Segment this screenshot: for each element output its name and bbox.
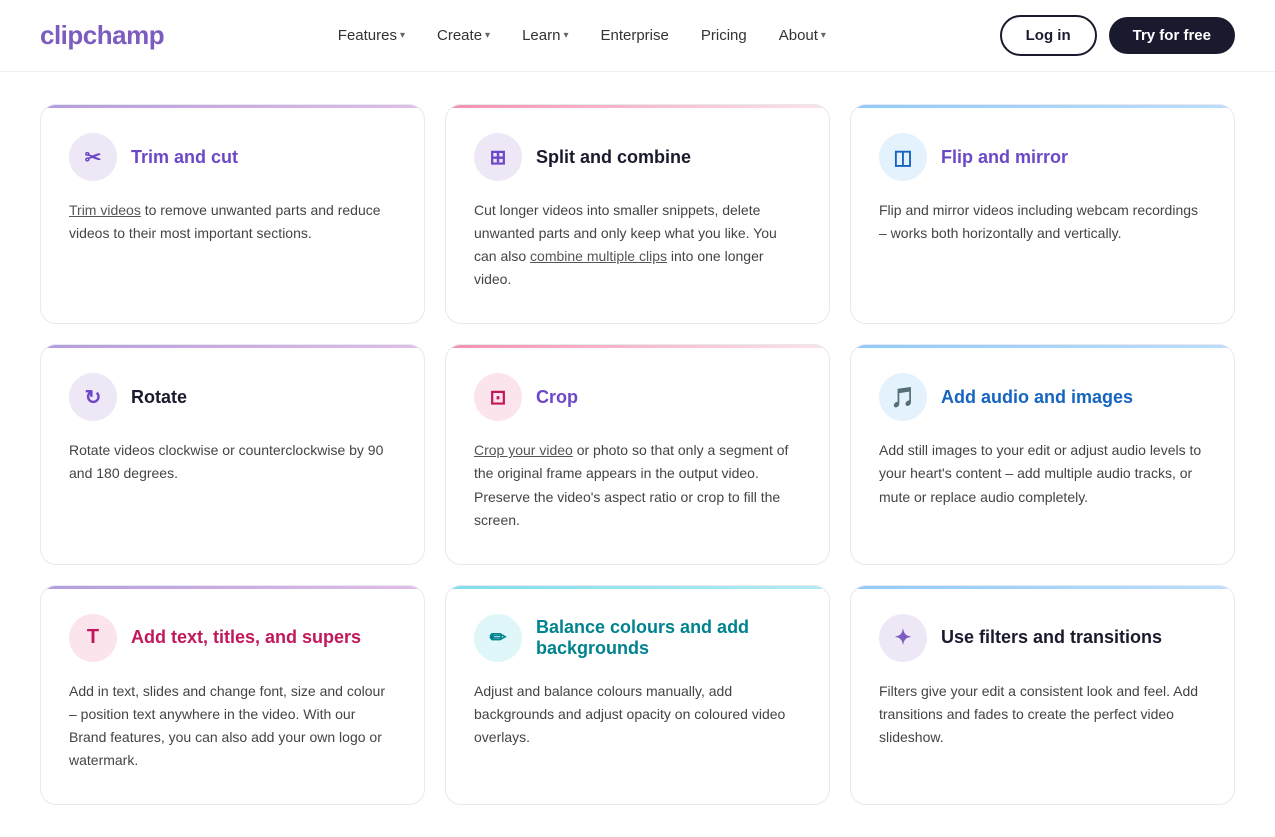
card-header-crop: ⊡ Crop [474,373,801,421]
login-button[interactable]: Log in [1000,15,1097,56]
trim-cut-icon: ✂ [69,133,117,181]
card-add-audio-images: 🎵 Add audio and images Add still images to… [850,344,1235,564]
nav-enterprise[interactable]: Enterprise [588,21,680,50]
crop-icon: ⊡ [474,373,522,421]
features-grid: ✂ Trim and cut Trim videos to remove unwan… [40,104,1235,805]
balance-colours-body: Adjust and balance colours manually, add… [474,680,801,749]
split-combine-link[interactable]: combine multiple clips [530,248,667,264]
add-text-body: Add in text, slides and change font, siz… [69,680,396,772]
add-audio-images-icon: 🎵 [879,373,927,421]
card-header-split-combine: ⊞ Split and combine [474,133,801,181]
card-header-balance-colours: ✏ Balance colours and add backgrounds [474,614,801,662]
card-header-add-audio-images: 🎵 Add audio and images [879,373,1206,421]
card-trim-cut: ✂ Trim and cut Trim videos to remove unwan… [40,104,425,324]
filters-transitions-title: Use filters and transitions [941,627,1162,648]
balance-colours-icon: ✏ [474,614,522,662]
nav-pricing[interactable]: Pricing [689,21,759,50]
try-for-free-button[interactable]: Try for free [1109,17,1235,54]
card-header-filters-transitions: ✦ Use filters and transitions [879,614,1206,662]
flip-mirror-title: Flip and mirror [941,147,1068,168]
split-combine-title: Split and combine [536,147,691,168]
add-text-title: Add text, titles, and supers [131,627,361,648]
flip-mirror-body: Flip and mirror videos including webcam … [879,199,1206,245]
crop-title: Crop [536,387,578,408]
chevron-down-icon: ▾ [400,30,405,41]
nav-actions: Log in Try for free [1000,15,1235,56]
trim-cut-link[interactable]: Trim videos [69,202,141,218]
card-header-rotate: ↻ Rotate [69,373,396,421]
nav-create[interactable]: Create ▾ [425,21,502,50]
rotate-icon: ↻ [69,373,117,421]
split-combine-body: Cut longer videos into smaller snippets,… [474,199,801,291]
filters-transitions-icon: ✦ [879,614,927,662]
chevron-down-icon: ▾ [821,30,826,41]
balance-colours-title: Balance colours and add backgrounds [536,617,801,659]
card-header-trim-cut: ✂ Trim and cut [69,133,396,181]
card-rotate: ↻ Rotate Rotate videos clockwise or counte… [40,344,425,564]
rotate-body: Rotate videos clockwise or counterclockw… [69,439,396,485]
card-header-add-text: T Add text, titles, and supers [69,614,396,662]
flip-mirror-icon: ◫ [879,133,927,181]
nav-links: Features ▾ Create ▾ Learn ▾ Enterprise P… [326,21,838,50]
trim-cut-title: Trim and cut [131,147,238,168]
add-text-icon: T [69,614,117,662]
nav-features[interactable]: Features ▾ [326,21,417,50]
card-split-combine: ⊞ Split and combine Cut longer videos into… [445,104,830,324]
card-add-text: T Add text, titles, and supers Add in text… [40,585,425,805]
card-filters-transitions: ✦ Use filters and transitions Filters give… [850,585,1235,805]
nav-learn[interactable]: Learn ▾ [510,21,580,50]
add-audio-images-title: Add audio and images [941,387,1133,408]
rotate-title: Rotate [131,387,187,408]
nav-about[interactable]: About ▾ [767,21,838,50]
crop-link[interactable]: Crop your video [474,442,573,458]
card-crop: ⊡ Crop Crop your video or photo so that on… [445,344,830,564]
chevron-down-icon: ▾ [563,30,568,41]
crop-body: Crop your video or photo so that only a … [474,439,801,531]
chevron-down-icon: ▾ [485,30,490,41]
logo-text: clipchamp [40,20,164,51]
card-flip-mirror: ◫ Flip and mirror Flip and mirror videos i… [850,104,1235,324]
trim-cut-body: Trim videos to remove unwanted parts and… [69,199,396,245]
main-content: ✂ Trim and cut Trim videos to remove unwan… [0,72,1275,837]
navbar: clipchamp Features ▾ Create ▾ Learn ▾ En… [0,0,1275,72]
split-combine-icon: ⊞ [474,133,522,181]
add-audio-images-body: Add still images to your edit or adjust … [879,439,1206,508]
filters-transitions-body: Filters give your edit a consistent look… [879,680,1206,749]
logo[interactable]: clipchamp [40,20,164,51]
card-balance-colours: ✏ Balance colours and add backgrounds Adju… [445,585,830,805]
card-header-flip-mirror: ◫ Flip and mirror [879,133,1206,181]
